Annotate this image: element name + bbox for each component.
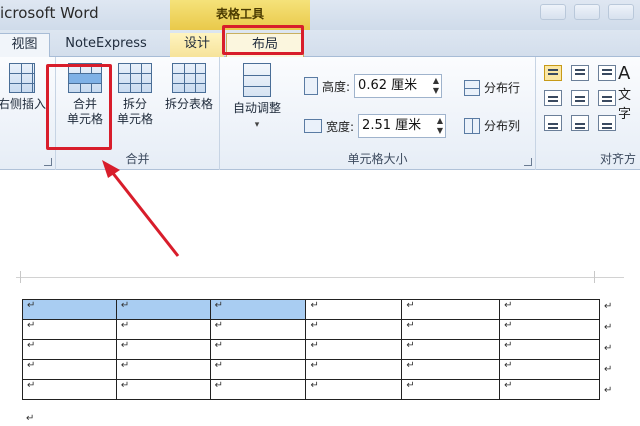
- annotation-arrow: [102, 160, 180, 257]
